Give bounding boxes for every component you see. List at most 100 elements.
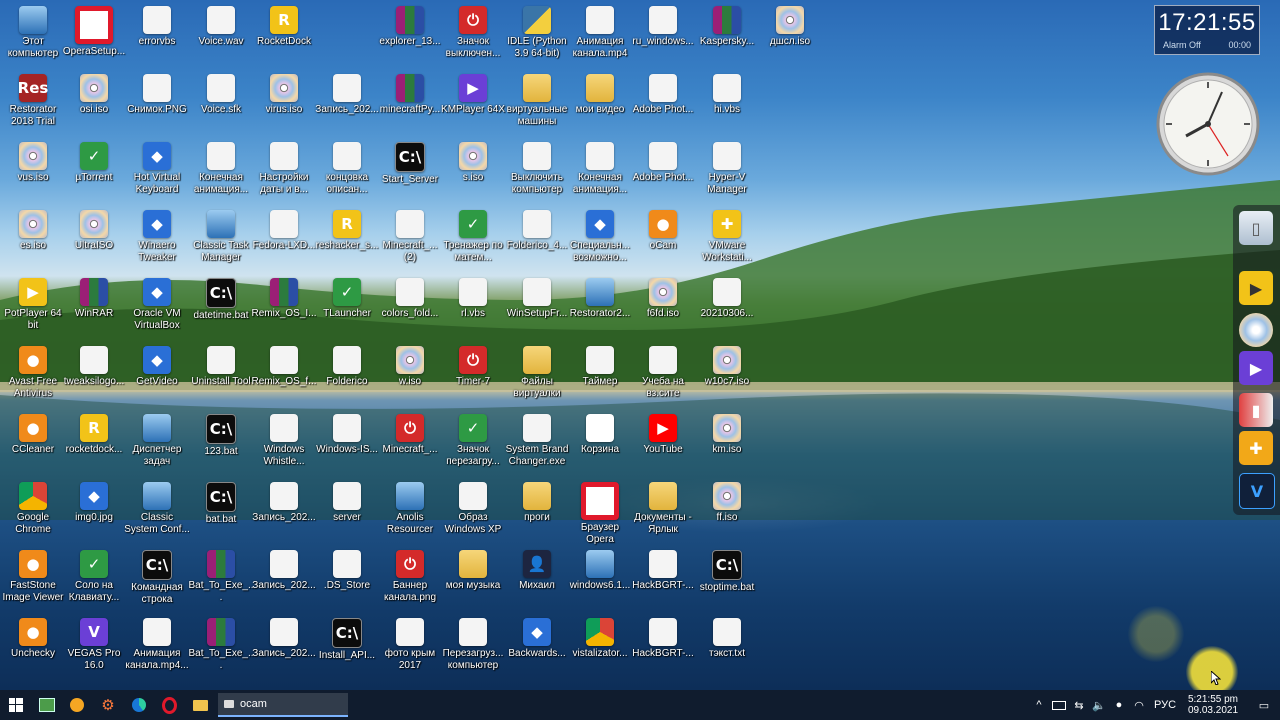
desktop-icon-f6fd-iso[interactable]: f6fd.iso	[630, 274, 696, 340]
desktop-icon-учеба-на-вз-сите[interactable]: Учеба на вз.сите	[630, 342, 696, 408]
desktop-icon-avast-free-antivirus[interactable]: ● Avast Free Antivirus	[0, 342, 66, 408]
desktop-icon-hackbgrt[interactable]: HackBGRT-...	[630, 546, 696, 612]
desktop-icon-tweaksilogo[interactable]: tweaksilogo...	[61, 342, 127, 408]
desktop-icon-hackbgrt[interactable]: HackBGRT-...	[630, 614, 696, 680]
desktop-icon-ocam[interactable]: ● oCam	[630, 206, 696, 272]
taskbar-app-orange[interactable]	[62, 690, 92, 720]
desktop-icon-backwards[interactable]: ◆ Backwards...	[504, 614, 570, 680]
desktop-icon-значок-выключен[interactable]: ⏻ Значок выключен...	[440, 2, 506, 68]
desktop-icon-тренажер-по-матем[interactable]: ✓ Тренажер по матем...	[440, 206, 506, 272]
desktop-icon-winsetupfr[interactable]: WinSetupFr...	[504, 274, 570, 340]
desktop-icon-oracle-vm-virtualbox[interactable]: ◆ Oracle VM VirtualBox	[124, 274, 190, 340]
desktop-icon-vistalizator[interactable]: vistalizator...	[567, 614, 633, 680]
desktop-icon-system-brand-changer-exe[interactable]: System Brand Changer.exe	[504, 410, 570, 476]
desktop-icon-restorator2[interactable]: Restorator2...	[567, 274, 633, 340]
desktop-icon-rocketdock[interactable]: Rrocketdock...	[61, 410, 127, 476]
desktop-icon-windows-is[interactable]: Windows-IS...	[314, 410, 380, 476]
desktop-icon-михаил[interactable]: 👤 Михаил	[504, 546, 570, 612]
desktop-icon-uninstall-tool[interactable]: Uninstall Tool	[188, 342, 254, 408]
desktop-icon-remix-os-f[interactable]: Remix_OS_f...	[251, 342, 317, 408]
wifi-icon[interactable]: ◠	[1130, 690, 1148, 720]
desktop-icon-анимация-канала-mp4[interactable]: Анимация канала.mp4	[567, 2, 633, 68]
desktop-icon-браузер-opera[interactable]: Браузер Opera	[567, 478, 633, 545]
desktop-icon-ds-store[interactable]: .DS_Store	[314, 546, 380, 612]
desktop-icon-install-api[interactable]: C:\ Install_API...	[314, 614, 380, 680]
desktop-icon-ff-iso[interactable]: ff.iso	[694, 478, 760, 544]
desktop-icon-снимок-png[interactable]: Снимок.PNG	[124, 70, 190, 136]
desktop-icon-stoptime-bat[interactable]: C:\ stoptime.bat	[694, 546, 760, 612]
vmware-icon[interactable]: ✚	[1239, 431, 1273, 465]
desktop-icon-voice-sfk[interactable]: Voice.sfk	[188, 70, 254, 136]
desktop-icon-диспетчер-задач[interactable]: Диспетчер задач	[124, 410, 190, 476]
desktop-icon-анимация-канала-mp4[interactable]: Анимация канала.mp4...	[124, 614, 190, 680]
desktop-icon-anolis-resourcer[interactable]: Anolis Resourcer	[377, 478, 443, 544]
desktop-icon-torrent[interactable]: ✓ µTorrent	[61, 138, 127, 204]
desktop-icon-конечная-анимация[interactable]: Конечная анимация...	[567, 138, 633, 204]
taskbar-task-ocam[interactable]: ocam	[218, 693, 348, 717]
desktop-icon-соло-на-клавиату[interactable]: ✓ Соло на Клавиату...	[61, 546, 127, 612]
desktop-icon-classic-system-conf[interactable]: Classic System Conf...	[124, 478, 190, 544]
desktop-icon-конечная-анимация[interactable]: Конечная анимация...	[188, 138, 254, 204]
desktop-icon-vegas-pro-16-0[interactable]: V VEGAS Pro 16.0	[61, 614, 127, 680]
analog-clock-icon[interactable]	[1156, 72, 1260, 176]
desktop-icon-minecraft-2[interactable]: Minecraft_... (2)	[377, 206, 443, 272]
desktop-icon-reshacker-s[interactable]: Rreshacker_s...	[314, 206, 380, 272]
desktop-icon-перезагруз-компьютер[interactable]: Перезагруз... компьютер	[440, 614, 506, 680]
desktop-icon-ru-windows[interactable]: ru_windows...	[630, 2, 696, 68]
desktop-icon-запись-202[interactable]: Запись_202...	[314, 70, 380, 136]
desktop-icon-файлы-виртуалки[interactable]: Файлы виртуалки	[504, 342, 570, 408]
desktop-icon-restorator-2018-trial[interactable]: Res Restorator 2018 Trial	[0, 70, 66, 136]
desktop-icon-vmware-workstati[interactable]: ✚ VMware Workstati...	[694, 206, 760, 272]
desktop-icon-kaspersky[interactable]: Kaspersky...	[694, 2, 760, 68]
desktop-icon-настройки-даты-и-в[interactable]: Настройки даты и в...	[251, 138, 317, 204]
desktop-icon-проги[interactable]: проги	[504, 478, 570, 544]
disc-icon[interactable]	[1239, 313, 1273, 347]
desktop-icon-km-iso[interactable]: km.iso	[694, 410, 760, 476]
desktop-icon-командная-строка[interactable]: C:\ Командная строка	[124, 546, 190, 612]
desktop-icon-winaero-tweaker[interactable]: ◆ Winaero Tweaker	[124, 206, 190, 272]
folderico-icon[interactable]: ▮	[1239, 393, 1273, 427]
desktop-icon-rl-vbs[interactable]: rl.vbs	[440, 274, 506, 340]
desktop-icon-моя-музыка[interactable]: моя музыка	[440, 546, 506, 612]
desktop-icon-значок-перезагру[interactable]: ✓ Значок перезагру...	[440, 410, 506, 476]
taskbar-screenshot-app[interactable]	[32, 690, 62, 720]
volume-icon[interactable]: 🔈	[1090, 690, 1108, 720]
desktop-icon-20210306[interactable]: 20210306...	[694, 274, 760, 340]
desktop-icon-запись-202[interactable]: Запись_202...	[251, 546, 317, 612]
desktop-icon-folderico[interactable]: Folderico	[314, 342, 380, 408]
desktop-icon-minecraft[interactable]: ⏻ Minecraft_...	[377, 410, 443, 476]
desktop-icon-operasetup[interactable]: OperaSetup...	[61, 2, 127, 68]
desktop-icon-faststone-image-viewer[interactable]: ● FastStone Image Viewer	[0, 546, 66, 612]
desktop-icon-fedora-lxd[interactable]: Fedora-LXD...	[251, 206, 317, 272]
desktop-icon-folderico-4[interactable]: Folderico_4...	[504, 206, 570, 272]
desktop-icon-выключить-компьютер[interactable]: Выключить компьютер	[504, 138, 570, 204]
kmplayer-icon[interactable]: ▶	[1239, 351, 1273, 385]
microphone-icon[interactable]: ●	[1110, 690, 1128, 720]
taskbar-edge[interactable]	[124, 690, 154, 720]
desktop-icon-img0-jpg[interactable]: ◆ img0.jpg	[61, 478, 127, 544]
desktop-icon-kmplayer-64x[interactable]: ▶ KMPlayer 64X	[440, 70, 506, 136]
desktop-icon-errorvbs[interactable]: errorvbs	[124, 2, 190, 68]
desktop-icon-s-iso[interactable]: s.iso	[440, 138, 506, 204]
desktop-icon-hot-virtual-keyboard[interactable]: ◆ Hot Virtual Keyboard	[124, 138, 190, 204]
tray-clock[interactable]: 5:21:55 pm 09.03.2021	[1182, 690, 1244, 720]
start-button[interactable]	[0, 690, 32, 720]
desktop-icon-virus-iso[interactable]: virus.iso	[251, 70, 317, 136]
desktop-icon-explorer-13[interactable]: explorer_13...	[377, 2, 443, 68]
desktop-icon-таймер[interactable]: Таймер	[567, 342, 633, 408]
desktop-icon-bat-bat[interactable]: C:\ bat.bat	[188, 478, 254, 544]
desktop-icon-запись-202[interactable]: Запись_202...	[251, 614, 317, 680]
desktop-icon-rocketdock[interactable]: R RocketDock	[251, 2, 317, 68]
desktop-icon-корзина[interactable]: ▯ Корзина	[567, 410, 633, 476]
desktop-icon-adobe-phot[interactable]: Adobe Phot...	[630, 138, 696, 204]
desktop-icon-hi-vbs[interactable]: hi.vbs	[694, 70, 760, 136]
desktop-icon-idle-python-3-9-64-bit[interactable]: IDLE (Python 3.9 64-bit)	[504, 2, 570, 68]
desktop-icon-hyper-v-manager[interactable]: Hyper-V Manager	[694, 138, 760, 204]
desktop-icon-фото-крым-2017[interactable]: фото крым 2017	[377, 614, 443, 680]
desktop-icon-minecraftpy[interactable]: minecraftPy...	[377, 70, 443, 136]
desktop-icon-виртуальные-машины[interactable]: виртуальные машины	[504, 70, 570, 136]
battery-icon[interactable]	[1050, 690, 1068, 720]
desktop-icon-образ-windows-xp[interactable]: Образ Windows XP	[440, 478, 506, 544]
desktop-icon-osi-iso[interactable]: osi.iso	[61, 70, 127, 136]
desktop-icon-тэкст-txt[interactable]: тэкст.txt	[694, 614, 760, 680]
